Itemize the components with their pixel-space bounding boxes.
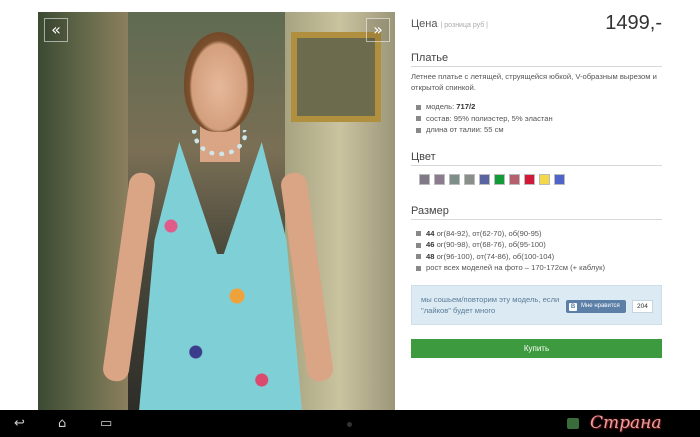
product-photo <box>38 12 395 410</box>
like-count: 204 <box>632 300 653 313</box>
size-item: 46 ог(90-98), от(68-76), об(95-100) <box>411 239 662 251</box>
menu-dot-icon <box>347 422 352 427</box>
like-label: Мне нравится <box>581 303 620 309</box>
property-length: длина от талии: 55 см <box>411 124 662 136</box>
status-icon <box>567 418 579 429</box>
watermark-logo: Страна Мам <box>590 413 662 433</box>
price-value: 1499,- <box>605 12 662 34</box>
color-swatch[interactable] <box>449 173 460 185</box>
color-swatch[interactable] <box>554 173 565 185</box>
sizes-title: Размер <box>411 205 662 220</box>
paisley-dress <box>138 142 303 410</box>
home-icon[interactable]: ⌂ <box>58 416 66 431</box>
back-icon[interactable]: ↩ <box>14 416 25 431</box>
color-swatch[interactable] <box>464 173 475 185</box>
property-model: модель: 717/2 <box>411 101 662 113</box>
buy-button[interactable]: Купить <box>411 339 662 358</box>
double-chevron-left-icon: « <box>51 20 61 39</box>
property-composition: состав: 95% полиэстер, 5% эластан <box>411 113 662 125</box>
price-label: Цена | розница руб | <box>411 18 488 30</box>
size-item: 48 ог(96-100), от(74-86), об(100-104) <box>411 251 662 263</box>
size-item: 44 ог(84-92), от(62-70), об(90-95) <box>411 228 662 240</box>
size-list: 44 ог(84-92), от(62-70), об(90-95) 46 ог… <box>411 228 662 274</box>
recent-apps-icon[interactable]: ▭ <box>100 416 112 431</box>
color-swatch[interactable] <box>419 173 430 185</box>
product-description: Летнее платье с летящей, струящейся юбко… <box>411 72 657 92</box>
color-swatch[interactable] <box>434 173 445 185</box>
color-swatches <box>411 173 662 185</box>
model-figure <box>101 22 335 410</box>
color-swatch[interactable] <box>509 173 520 185</box>
color-swatch[interactable] <box>494 173 505 185</box>
model-head <box>184 32 254 132</box>
color-swatch[interactable] <box>539 173 550 185</box>
price-row: Цена | розница руб | 1499,- <box>411 12 662 38</box>
vk-icon: В <box>569 302 577 311</box>
gallery-next-button[interactable]: » <box>366 18 390 42</box>
color-swatch[interactable] <box>524 173 535 185</box>
size-note: рост всех моделей на фото – 170-172см (+… <box>411 262 662 274</box>
product-properties: модель: 717/2 состав: 95% полиэстер, 5% … <box>411 101 662 136</box>
product-title: Платье <box>411 52 662 67</box>
colors-title: Цвет <box>411 151 662 166</box>
gallery-prev-button[interactable]: « <box>44 18 68 42</box>
double-chevron-right-icon: » <box>373 20 383 39</box>
color-swatch[interactable] <box>479 173 490 185</box>
price-sublabel: | розница руб | <box>440 22 488 29</box>
system-navigation-bar: ↩ ⌂ ▭ Страна Мам <box>0 410 700 437</box>
product-info: Цена | розница руб | 1499,- Платье Летне… <box>411 12 662 274</box>
like-promo-box: мы сошьем/повторим эту модель, если "лай… <box>411 285 662 325</box>
vk-like-button[interactable]: В Мне нравится <box>566 300 626 313</box>
promo-text: мы сошьем/повторим эту модель, если "лай… <box>421 295 560 315</box>
